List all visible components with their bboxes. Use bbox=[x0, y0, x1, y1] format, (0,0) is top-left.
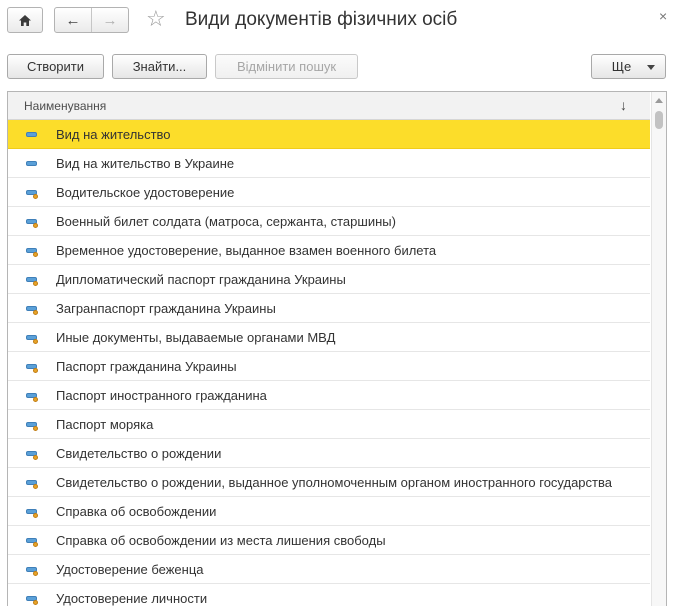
table-row[interactable]: Вид на жительство в Украине bbox=[8, 149, 650, 178]
scrollbar-thumb[interactable] bbox=[655, 111, 663, 129]
row-label: Вид на жительство bbox=[56, 127, 171, 142]
row-label: Справка об освобождении bbox=[56, 504, 217, 519]
table-row[interactable]: Водительское удостоверение bbox=[8, 178, 650, 207]
row-label: Временное удостоверение, выданное взамен… bbox=[56, 243, 437, 258]
vertical-scrollbar[interactable] bbox=[651, 92, 666, 606]
table-row[interactable]: Военный билет солдата (матроса, сержанта… bbox=[8, 207, 650, 236]
table-row[interactable]: Справка об освобождении из места лишения… bbox=[8, 526, 650, 555]
row-label: Дипломатический паспорт гражданина Украи… bbox=[56, 272, 346, 287]
catalog-item-icon bbox=[26, 509, 38, 518]
home-icon bbox=[19, 14, 31, 26]
table-row[interactable]: Загранпаспорт гражданина Украины bbox=[8, 294, 650, 323]
table-row[interactable]: Свидетельство о рождении, выданное уполн… bbox=[8, 468, 650, 497]
table-row[interactable]: Вид на жительство bbox=[8, 120, 650, 149]
catalog-item-icon bbox=[26, 567, 38, 576]
row-label: Паспорт иностранного гражданина bbox=[56, 388, 267, 403]
catalog-item-icon bbox=[26, 335, 38, 344]
catalog-item-icon bbox=[26, 248, 38, 257]
chevron-down-icon bbox=[647, 65, 655, 70]
row-label: Удостоверение беженца bbox=[56, 562, 204, 577]
table-body: Вид на жительство Вид на жительство в Укр… bbox=[8, 120, 650, 606]
catalog-item-icon bbox=[26, 190, 38, 199]
row-label: Вид на жительство в Украине bbox=[56, 156, 235, 171]
more-menu-button[interactable]: Ще bbox=[591, 54, 666, 79]
row-label: Паспорт гражданина Украины bbox=[56, 359, 237, 374]
catalog-item-icon bbox=[26, 219, 38, 228]
catalog-item-icon bbox=[26, 393, 38, 402]
sort-arrow-icon: ↓ bbox=[620, 97, 627, 113]
row-label: Военный билет солдата (матроса, сержанта… bbox=[56, 214, 396, 229]
more-button-label: Ще bbox=[611, 59, 632, 74]
row-label: Иные документы, выдаваемые органами МВД bbox=[56, 330, 336, 345]
catalog-item-icon bbox=[26, 161, 37, 166]
table-row[interactable]: Свидетельство о рождении bbox=[8, 439, 650, 468]
catalog-item-icon bbox=[26, 277, 38, 286]
table-row[interactable]: Иные документы, выдаваемые органами МВД bbox=[8, 323, 650, 352]
row-label: Справка об освобождении из места лишения… bbox=[56, 533, 386, 548]
scroll-up-arrow-icon[interactable] bbox=[655, 98, 663, 103]
row-label: Свидетельство о рождении bbox=[56, 446, 222, 461]
table-row[interactable]: Паспорт моряка bbox=[8, 410, 650, 439]
catalog-item-icon bbox=[26, 364, 38, 373]
close-icon[interactable]: × bbox=[659, 9, 667, 23]
table-row[interactable]: Паспорт иностранного гражданина bbox=[8, 381, 650, 410]
row-label: Паспорт моряка bbox=[56, 417, 154, 432]
table-row[interactable]: Дипломатический паспорт гражданина Украи… bbox=[8, 265, 650, 294]
table-row[interactable]: Удостоверение беженца bbox=[8, 555, 650, 584]
form-header: ← → ☆ Види документів фізичних осіб × bbox=[0, 0, 677, 44]
catalog-item-icon bbox=[26, 480, 38, 489]
cancel-search-button[interactable]: Відмінити пошук bbox=[215, 54, 358, 79]
table-row[interactable]: Паспорт гражданина Украины bbox=[8, 352, 650, 381]
column-header-name[interactable]: Наименування bbox=[24, 99, 106, 113]
table-header[interactable]: Наименування ↓ bbox=[8, 92, 650, 120]
documents-table: Наименування ↓ Вид на жительство Вид на ж… bbox=[7, 91, 667, 606]
row-label: Загранпаспорт гражданина Украины bbox=[56, 301, 276, 316]
home-button[interactable] bbox=[7, 7, 43, 33]
catalog-item-icon bbox=[26, 422, 38, 431]
table-row[interactable]: Удостоверение личности bbox=[8, 584, 650, 606]
row-label: Свидетельство о рождении, выданное уполн… bbox=[56, 475, 612, 490]
page-title: Види документів фізичних осіб bbox=[185, 9, 458, 30]
table-row[interactable]: Временное удостоверение, выданное взамен… bbox=[8, 236, 650, 265]
catalog-item-icon bbox=[26, 451, 38, 460]
navigation-group: ← → bbox=[54, 7, 129, 33]
catalog-item-icon bbox=[26, 132, 37, 137]
find-button[interactable]: Знайти... bbox=[112, 54, 207, 79]
forward-arrow-icon[interactable]: → bbox=[92, 8, 128, 32]
form-window: ← → ☆ Види документів фізичних осіб × Ст… bbox=[0, 0, 677, 606]
row-label: Водительское удостоверение bbox=[56, 185, 235, 200]
back-arrow-icon[interactable]: ← bbox=[55, 8, 92, 32]
catalog-item-icon bbox=[26, 538, 38, 547]
table-row[interactable]: Справка об освобождении bbox=[8, 497, 650, 526]
create-button[interactable]: Створити bbox=[7, 54, 104, 79]
catalog-item-icon bbox=[26, 596, 38, 605]
catalog-item-icon bbox=[26, 306, 38, 315]
row-label: Удостоверение личности bbox=[56, 591, 208, 606]
favorite-star-icon[interactable]: ☆ bbox=[146, 8, 166, 30]
